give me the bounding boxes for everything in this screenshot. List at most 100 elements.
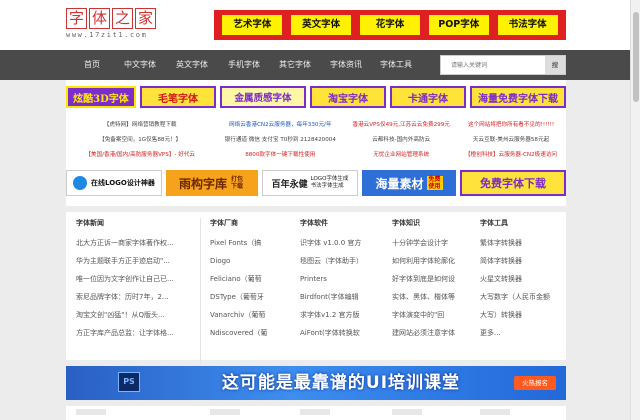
- banner-font-pack[interactable]: 雨构字库 打包下载: [166, 170, 258, 196]
- list-item[interactable]: Pixel Fonts（搞: [210, 234, 290, 252]
- list-item[interactable]: 实体、黑体、楷体等: [392, 288, 468, 306]
- list-item[interactable]: 如何利用字体轮廓化: [392, 252, 468, 270]
- page-scrollbar[interactable]: [630, 0, 640, 420]
- nav-item-news[interactable]: 字体资讯: [330, 50, 362, 80]
- text-ad[interactable]: 云都科技-国内外高防云: [346, 133, 456, 148]
- banner-material[interactable]: 海量素材 免费使用: [362, 170, 456, 196]
- column-tools-title: 字体工具: [480, 219, 508, 227]
- banner-logo-design[interactable]: 在线LOGO设计神器: [66, 170, 162, 196]
- logo-char: 字: [66, 8, 87, 29]
- text-ad[interactable]: 这个网站将把你所有看不见的!!!!!!: [456, 118, 566, 133]
- bottom-ad-banner[interactable]: PS 这可能是最靠谱的UI培训课堂 火热报名: [66, 366, 566, 400]
- list-item[interactable]: Ndiscovered（葡: [210, 324, 290, 342]
- banner-material-badge: 免费使用: [426, 176, 443, 190]
- banner-logo-generator[interactable]: 百年永健 LOGO字体生成 书法字体生成: [262, 170, 358, 196]
- header-link-calligraphy[interactable]: 书法字体: [497, 15, 558, 35]
- column-tools: 字体工具 繁体字转换器 简体字转换器 火星文转换器 大写数字（人民币金额 大写）…: [480, 212, 560, 342]
- banner-logo-design-label: 在线LOGO设计神器: [91, 179, 155, 187]
- text-ads: 【虎特网】网络营销教程下载 网络云香港CN2云服务器，每年330元/年 香港云V…: [66, 118, 566, 163]
- nav-item-chinese[interactable]: 中文字体: [124, 50, 156, 80]
- list-item[interactable]: 简体字转换器: [480, 252, 560, 270]
- list-item[interactable]: 求字体v1.2 官方版: [300, 306, 376, 324]
- list-item[interactable]: 大写数字（人民币金额: [480, 288, 560, 306]
- text-ad[interactable]: 【橙创科技】云服务器-CN2极速访问: [456, 148, 566, 163]
- banner-free-font-download[interactable]: 免费字体下载: [460, 170, 566, 196]
- list-item[interactable]: 北大方正诉一商家字体著作权...: [76, 234, 194, 252]
- scrollbar-thumb[interactable]: [633, 12, 639, 102]
- list-item[interactable]: 华为主题联手方正手迹启动"...: [76, 252, 194, 270]
- list-item[interactable]: Birdfont(字体编辑: [300, 288, 376, 306]
- header-link-pop[interactable]: POP字体: [428, 15, 489, 35]
- text-ad[interactable]: 网络云香港CN2云服务器，每年330元/年: [214, 118, 346, 133]
- footer-placeholder: [300, 409, 330, 415]
- banner-brush-font[interactable]: 毛笔字体: [140, 86, 216, 108]
- column-news: 字体新闻 北大方正诉一商家字体著作权... 华为主题联手方正手迹启动"... 唯…: [76, 212, 194, 342]
- list-item[interactable]: 十分钟学会设计字: [392, 234, 468, 252]
- text-ad[interactable]: 香港云VPS仅49元,江苏云云免费299元: [346, 118, 456, 133]
- text-ad[interactable]: 银行通道 微信 支付宝 T0秒到 2128420004: [214, 133, 346, 148]
- search-box: 搜: [440, 55, 566, 75]
- nav-item-other[interactable]: 其它字体: [279, 50, 311, 80]
- banner-font-pack-sub: 打包下载: [231, 176, 244, 190]
- text-ad[interactable]: 无忧企业网站管理系统: [346, 148, 456, 163]
- text-ad[interactable]: 8800款字体一键下载性使用: [214, 148, 346, 163]
- header-link-flower[interactable]: 花字体: [359, 15, 420, 35]
- logo-char: 之: [112, 8, 133, 29]
- banner-3d-font[interactable]: 炫酷3D字体: [66, 86, 136, 108]
- list-item[interactable]: 繁体字转换器: [480, 234, 560, 252]
- nav-item-english[interactable]: 英文字体: [176, 50, 208, 80]
- logo-design-icon: [73, 176, 87, 190]
- text-ad[interactable]: 天云互联-美州云服务器58元起: [456, 133, 566, 148]
- logo-gen-sub2: 书法字体生成: [310, 183, 344, 189]
- column-news-title: 字体新闻: [76, 219, 104, 227]
- search-input[interactable]: [441, 56, 545, 74]
- list-item[interactable]: AiFont(字体转换软: [300, 324, 376, 342]
- banner-cartoon-font[interactable]: 卡通字体: [390, 86, 466, 108]
- logo-gen-title: 百年永健: [271, 179, 308, 190]
- header-link-english[interactable]: 英文字体: [291, 15, 352, 35]
- banner-row-2: 在线LOGO设计神器 雨构字库 打包下载 百年永健 LOGO字体生成 书法字体生…: [66, 170, 566, 196]
- column-knowledge-title: 字体知识: [392, 219, 420, 227]
- list-item[interactable]: 更多...: [480, 324, 560, 342]
- banner-material-label: 海量素材: [375, 176, 424, 191]
- bottom-ad-title: 这可能是最靠谱的UI培训课堂: [221, 373, 461, 393]
- text-ad[interactable]: 【虎特网】网络营销教程下载: [66, 118, 214, 133]
- column-vendors-title: 字体厂商: [210, 219, 238, 227]
- enroll-button[interactable]: 火热报名: [514, 376, 556, 390]
- list-item[interactable]: 建网站必须注意字体: [392, 324, 468, 342]
- banner-metal-font[interactable]: 金属质感字体: [220, 86, 306, 108]
- search-button[interactable]: 搜: [545, 56, 565, 74]
- header-link-art[interactable]: 艺术字体: [222, 15, 283, 35]
- list-item[interactable]: 字体演变中的"回: [392, 306, 468, 324]
- column-software: 字体软件 识字体 v1.0.0 官方 毯图云（字体助手） Printers Bi…: [300, 212, 376, 342]
- nav-item-tools[interactable]: 字体工具: [380, 50, 412, 80]
- list-item[interactable]: 唯一位因为文字创作让自己已...: [76, 270, 194, 288]
- nav-item-home[interactable]: 首页: [84, 50, 100, 80]
- nav-item-mobile[interactable]: 手机字体: [228, 50, 260, 80]
- list-item[interactable]: Feliciano（葡萄: [210, 270, 290, 288]
- list-item[interactable]: 淘宝文创"凶猛"！从Q版头...: [76, 306, 194, 324]
- banner-free-download[interactable]: 海量免费字体下载: [470, 86, 566, 108]
- logo-gen-sub1: LOGO字体生成: [310, 176, 349, 182]
- banner-taobao-font[interactable]: 淘宝字体: [310, 86, 386, 108]
- site-header: 字 体 之 家 www.17zit1.com 艺术字体 英文字体 花字体 POP…: [0, 0, 640, 50]
- logo-char: 家: [135, 8, 156, 29]
- list-item[interactable]: 好字体到底是如何设: [392, 270, 468, 288]
- list-item[interactable]: 索尼品牌字体：历时7年，2...: [76, 288, 194, 306]
- list-item[interactable]: 方正字库产品总监：让字体格...: [76, 324, 194, 342]
- list-item[interactable]: Printers: [300, 270, 376, 288]
- text-ad[interactable]: 【美国/香港/国内/高防服务器VPS】- 好代云: [66, 148, 214, 163]
- list-item[interactable]: Vanarchiv（葡萄: [210, 306, 290, 324]
- list-item[interactable]: 大写）转换器: [480, 306, 560, 324]
- list-item[interactable]: 毯图云（字体助手）: [300, 252, 376, 270]
- list-item[interactable]: 识字体 v1.0.0 官方: [300, 234, 376, 252]
- banner-row-1: 炫酷3D字体 毛笔字体 金属质感字体 淘宝字体 卡通字体 海量免费字体下载: [66, 86, 566, 108]
- text-ad[interactable]: 【免备案空间，1G仅售88元！】: [66, 133, 214, 148]
- site-logo[interactable]: 字 体 之 家 www.17zit1.com: [66, 8, 158, 42]
- list-item[interactable]: Diogo: [210, 252, 290, 270]
- footer-strip: [66, 406, 566, 420]
- header-category-links: 艺术字体 英文字体 花字体 POP字体 书法字体: [214, 10, 566, 40]
- list-item[interactable]: 火星文转换器: [480, 270, 560, 288]
- list-item[interactable]: DSType（葡萄牙: [210, 288, 290, 306]
- footer-placeholder: [392, 409, 422, 415]
